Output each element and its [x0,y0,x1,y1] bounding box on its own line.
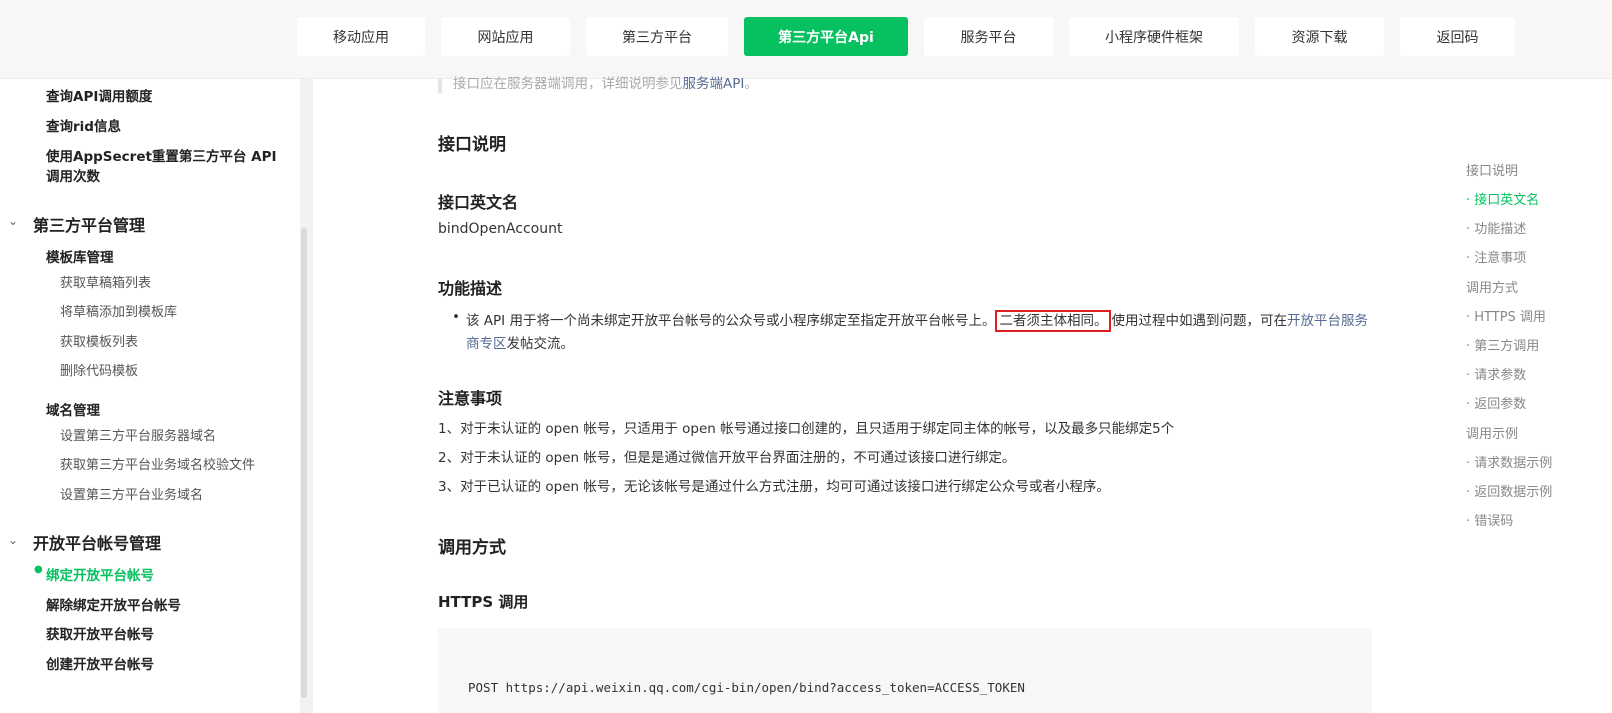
sidebar-item-reset-api-quota-cont[interactable]: 调用次数 [46,165,100,185]
note-3: 3、对于已认证的 open 帐号，无论该帐号是通过什么方式注册，均可可通过该接口… [438,479,1110,495]
toc-item-english-name[interactable]: · 接口英文名 [1466,189,1539,208]
heading-function-desc: 功能描述 [438,279,503,298]
toc-item-notes[interactable]: · 注意事项 [1466,247,1526,266]
heading-https-call: HTTPS 调用 [438,593,529,611]
note-2: 2、对于未认证的 open 帐号，但是是通过微信开放平台界面注册的，不可通过该接… [438,450,1016,466]
sidebar-group-template-lib[interactable]: 模板库管理 [46,246,114,266]
toc-item-error-codes[interactable]: · 错误码 [1466,510,1513,529]
toc-item-request-params[interactable]: · 请求参数 [1466,364,1526,383]
sidebar-scroll-thumb[interactable] [301,228,307,698]
tab-service-platform[interactable]: 服务平台 [924,17,1053,56]
truncated-note: 接口应在服务器端调用，详细说明参见服务端API。 [453,76,758,92]
note-1: 1、对于未认证的 open 帐号，只适用于 open 帐号通过接口创建的，且只适… [438,421,1175,437]
sidebar-item-reset-api-quota[interactable]: 使用AppSecret重置第三方平台 API [46,145,277,165]
toc-item-request-example[interactable]: · 请求数据示例 [1466,452,1552,471]
toc-item-call[interactable]: 调用方式 [1466,277,1518,296]
sidebar-item-template-list[interactable]: 获取模板列表 [60,331,138,350]
sidebar-item-get-open-account[interactable]: 获取开放平台帐号 [46,623,154,643]
sidebar-item-unbind-open-account[interactable]: 解除绑定开放平台帐号 [46,594,181,614]
sidebar-item-query-rid[interactable]: 查询rid信息 [46,115,121,135]
heading-english-name: 接口英文名 [438,193,519,212]
sidebar-item-create-open-account[interactable]: 创建开放平台帐号 [46,653,154,673]
sidebar-section-open-account-mgmt[interactable]: 开放平台帐号管理 [33,530,161,554]
sidebar-section-third-party-mgmt[interactable]: 第三方平台管理 [33,212,145,236]
server-api-link[interactable]: 服务端API [683,76,745,92]
sidebar-item-query-api-quota[interactable]: 查询API调用额度 [46,85,152,105]
top-nav: 移动应用 网站应用 第三方平台 第三方平台Api 服务平台 小程序硬件框架 资源… [0,0,1612,79]
tab-miniprogram-hardware[interactable]: 小程序硬件框架 [1069,17,1239,56]
toc-item-response-example[interactable]: · 返回数据示例 [1466,481,1552,500]
sidebar-item-delete-template[interactable]: 删除代码模板 [60,360,138,379]
highlight-same-entity: 二者须主体相同。 [995,310,1112,332]
tab-mobile-app[interactable]: 移动应用 [297,17,425,56]
toc-item-https[interactable]: · HTTPS 调用 [1466,306,1546,325]
sidebar-item-server-domain[interactable]: 设置第三方平台服务器域名 [60,425,216,444]
blockquote-bar [438,79,442,93]
open-platform-service-link[interactable]: 开放平台服务 [1287,313,1368,329]
chevron-down-icon[interactable]: ⌄ [8,533,18,547]
function-desc-line2: 商专区发帖交流。 [466,336,574,352]
code-block [438,628,1372,713]
toc-item-function[interactable]: · 功能描述 [1466,218,1526,237]
open-platform-service-link-cont[interactable]: 商专区 [466,336,507,352]
function-desc-line1: 该 API 用于将一个尚未绑定开放平台帐号的公众号或小程序绑定至指定开放平台帐号… [466,309,1368,332]
sidebar [0,79,300,713]
sidebar-group-domain-mgmt[interactable]: 域名管理 [46,399,100,419]
sidebar-item-business-domain[interactable]: 设置第三方平台业务域名 [60,484,203,503]
code-line-post: POST https://api.weixin.qq.com/cgi-bin/o… [468,680,1025,695]
tab-third-party-platform-api[interactable]: 第三方平台Api [744,17,908,56]
sidebar-item-draft-list[interactable]: 获取草稿箱列表 [60,272,151,291]
sidebar-item-domain-verify-file[interactable]: 获取第三方平台业务域名校验文件 [60,454,255,473]
active-bullet-icon: ● [34,564,43,575]
heading-call-method: 调用方式 [438,538,506,558]
sidebar-item-bind-open-account[interactable]: 绑定开放平台帐号 [46,564,154,584]
tab-third-party-platform[interactable]: 第三方平台 [586,17,728,56]
english-name-value: bindOpenAccount [438,221,563,237]
toc-item-return-params[interactable]: · 返回参数 [1466,393,1526,412]
heading-notes: 注意事项 [438,389,503,408]
tab-resource-download[interactable]: 资源下载 [1255,17,1384,56]
sidebar-item-add-draft[interactable]: 将草稿添加到模板库 [60,301,177,320]
chevron-down-icon[interactable]: ⌄ [8,214,18,228]
tab-return-codes[interactable]: 返回码 [1400,17,1515,56]
toc-item-third-party-call[interactable]: · 第三方调用 [1466,335,1539,354]
tab-website-app[interactable]: 网站应用 [441,17,570,56]
toc-item-examples[interactable]: 调用示例 [1466,423,1518,442]
heading-interface-desc: 接口说明 [438,135,506,155]
toc-item-interface[interactable]: 接口说明 [1466,160,1518,179]
bullet-dot: • [452,309,460,325]
